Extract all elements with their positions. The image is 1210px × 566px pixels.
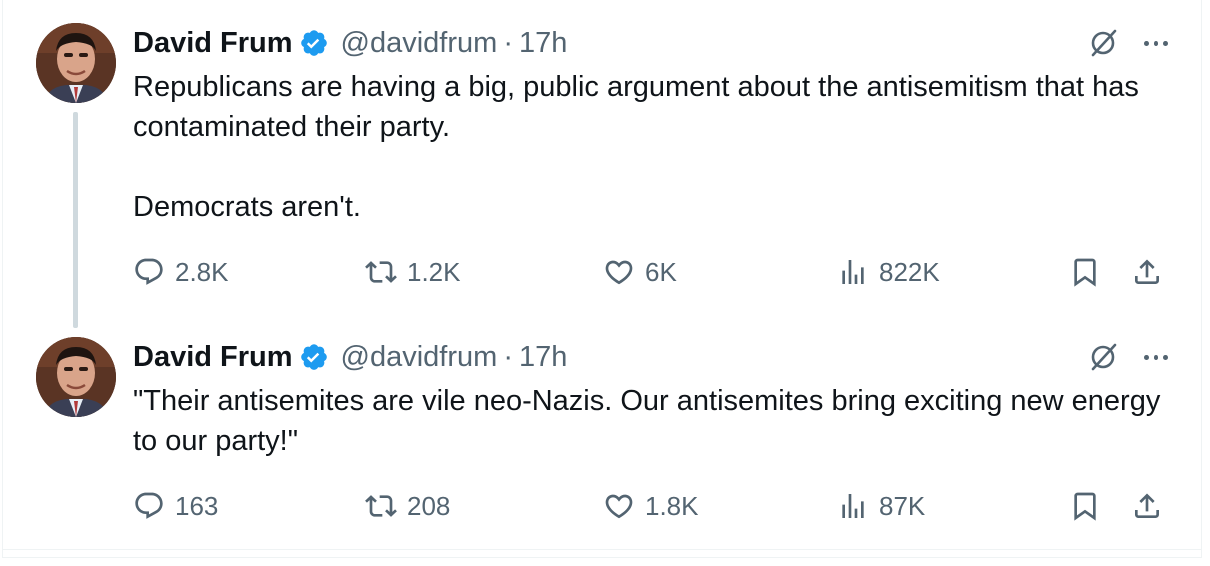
share-icon: [1135, 493, 1159, 518]
tweet-actions: 163 208 1.8K 87K: [133, 486, 1173, 526]
separator: ·: [503, 341, 513, 373]
tweet[interactable]: David Frum @davidfrum · 17h "Their antis…: [0, 330, 1210, 550]
like-count: 6K: [645, 256, 677, 287]
verified-badge-icon[interactable]: [299, 28, 329, 58]
tweet-paragraph: Democrats aren't.: [133, 191, 361, 223]
tweet-paragraph: Republicans are having a big, public arg…: [133, 71, 1139, 143]
more-options-icon[interactable]: [1144, 39, 1169, 47]
tweet-top-actions: [1088, 25, 1169, 61]
share-button[interactable]: [1131, 486, 1163, 526]
bookmark-button[interactable]: [1069, 486, 1101, 526]
views-button[interactable]: 822K: [837, 252, 940, 292]
tweet[interactable]: David Frum @davidfrum · 17h Republicans …: [0, 0, 1210, 328]
heart-icon: [605, 494, 633, 519]
grok-icon[interactable]: [1088, 342, 1118, 372]
author-handle[interactable]: @davidfrum: [341, 25, 498, 61]
separator: ·: [503, 27, 513, 59]
heart-icon: [605, 260, 633, 285]
tweet-actions: 2.8K 1.2K 6K 822K: [133, 252, 1173, 292]
views-count: 822K: [879, 256, 940, 287]
views-count: 87K: [879, 490, 926, 521]
like-count: 1.8K: [645, 490, 699, 521]
author-name[interactable]: David Frum: [133, 25, 293, 61]
tweet-paragraph: "Their antisemites are vile neo-Nazis. O…: [133, 385, 1161, 457]
analytics-icon: [842, 260, 864, 284]
author-handle[interactable]: @davidfrum: [341, 339, 498, 375]
verified-badge-icon[interactable]: [299, 342, 329, 372]
share-button[interactable]: [1131, 252, 1163, 292]
reply-icon: [135, 492, 163, 519]
repost-icon: [365, 261, 397, 283]
views-button[interactable]: 87K: [837, 486, 925, 526]
repost-count: 208: [407, 490, 451, 521]
reply-count: 163: [175, 490, 219, 521]
tweet-text: Republicans are having a big, public arg…: [133, 67, 1173, 227]
bookmark-button[interactable]: [1069, 252, 1101, 292]
bookmark-icon: [1074, 258, 1096, 287]
tweet-text: "Their antisemites are vile neo-Nazis. O…: [133, 381, 1173, 461]
tweet-header: David Frum @davidfrum · 17h: [133, 25, 567, 61]
reply-count: 2.8K: [175, 256, 229, 287]
bookmark-icon: [1074, 492, 1096, 521]
share-icon: [1135, 259, 1159, 284]
tweet-header: David Frum @davidfrum · 17h: [133, 339, 567, 375]
reply-icon: [135, 258, 163, 285]
repost-button[interactable]: 208: [365, 486, 450, 526]
avatar[interactable]: [36, 337, 116, 417]
repost-count: 1.2K: [407, 256, 461, 287]
timestamp[interactable]: 17h: [519, 339, 567, 375]
reply-button[interactable]: 163: [133, 486, 218, 526]
repost-icon: [365, 495, 397, 517]
like-button[interactable]: 1.8K: [603, 486, 699, 526]
like-button[interactable]: 6K: [603, 252, 677, 292]
timestamp[interactable]: 17h: [519, 25, 567, 61]
tweet-top-actions: [1088, 339, 1169, 375]
reply-button[interactable]: 2.8K: [133, 252, 229, 292]
repost-button[interactable]: 1.2K: [365, 252, 461, 292]
grok-icon[interactable]: [1088, 28, 1118, 58]
thread-connector: [73, 112, 78, 328]
author-name[interactable]: David Frum: [133, 339, 293, 375]
analytics-icon: [842, 494, 864, 518]
more-options-icon[interactable]: [1144, 353, 1169, 361]
avatar[interactable]: [36, 23, 116, 103]
